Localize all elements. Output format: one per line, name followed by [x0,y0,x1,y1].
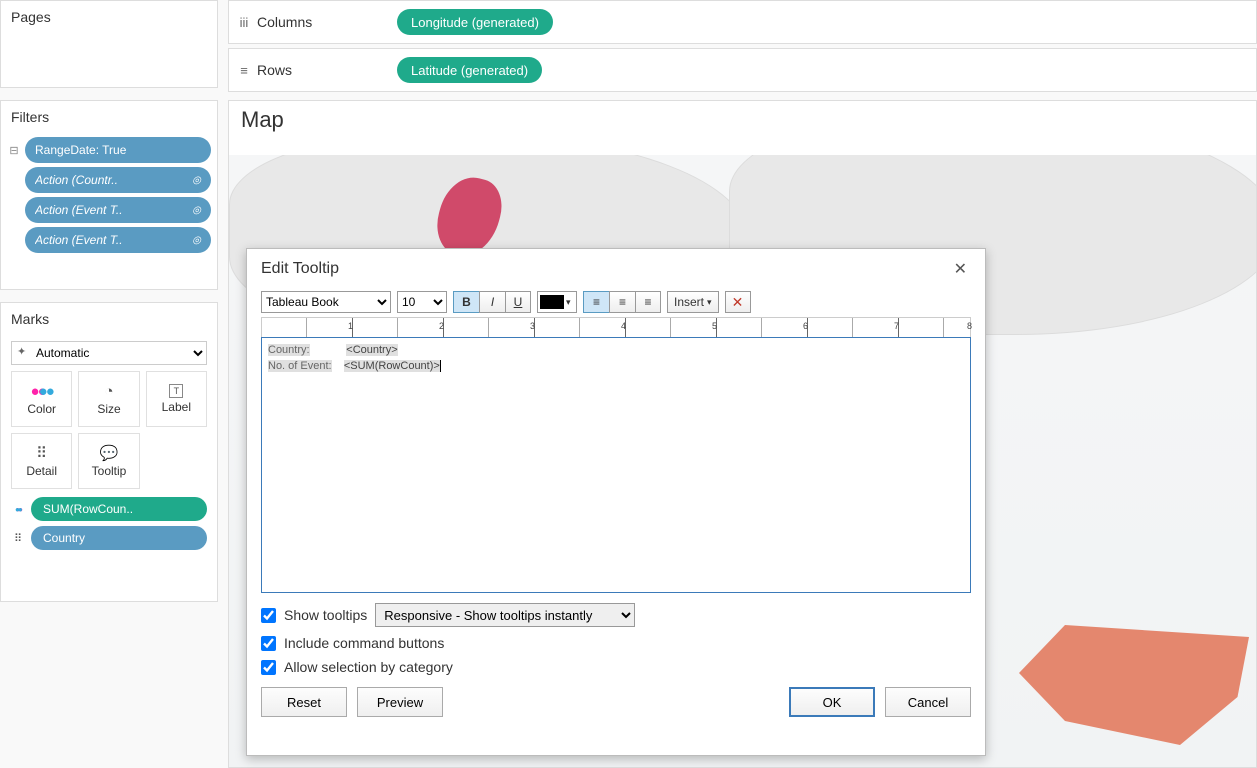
size-icon: ◔ [104,383,113,400]
include-command-buttons-checkbox[interactable] [261,636,276,651]
font-color-picker[interactable]: ▾ [537,291,577,313]
align-left-button[interactable]: ≡ [583,291,609,313]
allow-selection-label: Allow selection by category [284,659,453,675]
pages-panel: Pages [0,0,218,88]
dropdown-icon: ▾ [566,297,571,308]
marks-panel: Marks ✦ Automatic Color ◔ Size T Label ⠿… [0,302,218,602]
editor-field-rowcount: <SUM(RowCount)> [344,360,440,372]
editor-label: Country: [268,344,310,356]
automatic-icon: ✦ [17,345,26,358]
rows-pill-latitude[interactable]: Latitude (generated) [397,57,542,83]
clear-button[interactable]: ✕ [725,291,751,313]
tooltip-editor[interactable]: Country: <Country> No. of Event: <SUM(Ro… [261,337,971,593]
filter-pill-rangedate: RangeDate: True [25,137,211,163]
rows-shelf[interactable]: ≡ Rows Latitude (generated) [228,48,1257,92]
columns-label: Columns [257,14,312,30]
filter-row[interactable]: Action (Event T..◎ [7,227,211,253]
bold-button[interactable]: B [453,291,479,313]
filter-pill-action-event-1: Action (Event T..◎ [25,197,211,223]
detail-icon: ⠿ [11,532,25,545]
font-select[interactable]: Tableau Book [261,291,391,313]
format-toolbar: Tableau Book 10 B I U ▾ ≡ ≡ ≡ Insert▾ ✕ [247,289,985,315]
edit-tooltip-dialog: Edit Tooltip ✕ Tableau Book 10 B I U ▾ ≡… [246,248,986,756]
align-right-button[interactable]: ≡ [635,291,661,313]
font-size-select[interactable]: 10 [397,291,447,313]
mark-pill-row[interactable]: SUM(RowCoun.. [11,497,207,521]
mark-pill-sum-rowcount: SUM(RowCoun.. [31,497,207,521]
filter-row[interactable]: ⊟ RangeDate: True [7,137,211,163]
columns-pill-longitude[interactable]: Longitude (generated) [397,9,553,35]
underline-button[interactable]: U [505,291,531,313]
reset-button[interactable]: Reset [261,687,347,717]
columns-shelf[interactable]: iii Columns Longitude (generated) [228,0,1257,44]
close-button[interactable]: ✕ [950,255,971,283]
text-cursor [440,360,441,372]
target-icon: ◎ [192,175,201,186]
filter-row[interactable]: Action (Event T..◎ [7,197,211,223]
marks-detail-button[interactable]: ⠿ Detail [11,433,72,489]
marks-tooltip-button[interactable]: 💬 Tooltip [78,433,139,489]
color-icon [31,383,53,400]
columns-icon: iii [237,15,251,30]
mark-pill-country: Country [31,526,207,550]
editor-field-country: <Country> [346,344,397,356]
ok-button[interactable]: OK [789,687,875,717]
marks-color-button[interactable]: Color [11,371,72,427]
allow-selection-checkbox[interactable] [261,660,276,675]
editor-label: No. of Event: [268,360,332,372]
show-tooltips-checkbox[interactable] [261,608,276,623]
target-icon: ◎ [192,235,201,246]
marks-title: Marks [1,303,217,335]
target-icon: ◎ [192,205,201,216]
dropdown-icon: ▾ [707,297,712,308]
sheet-title[interactable]: Map [229,101,1256,139]
detail-icon: ⠿ [36,444,47,462]
italic-button[interactable]: I [479,291,505,313]
include-command-buttons-label: Include command buttons [284,635,444,651]
marks-size-button[interactable]: ◔ Size [78,371,139,427]
filters-title: Filters [1,101,217,133]
rows-label: Rows [257,62,292,78]
dialog-title: Edit Tooltip [261,260,339,278]
show-tooltips-label: Show tooltips [284,607,367,623]
pages-title: Pages [1,1,217,33]
color-icon [11,503,25,515]
mark-type-select[interactable]: Automatic [11,341,207,365]
align-center-button[interactable]: ≡ [609,291,635,313]
preview-button[interactable]: Preview [357,687,443,717]
rows-icon: ≡ [237,63,251,78]
ruler[interactable]: 1 2 3 4 5 6 7 8 [261,317,971,337]
set-icon: ⊟ [7,144,21,157]
marks-label-button[interactable]: T Label [146,371,207,427]
label-icon: T [169,384,183,398]
map-region-highlight-orange [1019,625,1249,745]
tooltip-icon: 💬 [100,444,119,462]
insert-field-dropdown[interactable]: Insert▾ [667,291,719,313]
filters-panel: Filters ⊟ RangeDate: True Action (Countr… [0,100,218,290]
filter-row[interactable]: Action (Countr..◎ [7,167,211,193]
filter-pill-action-event-2: Action (Event T..◎ [25,227,211,253]
mark-pill-row[interactable]: ⠿ Country [11,526,207,550]
cancel-button[interactable]: Cancel [885,687,971,717]
filter-pill-action-country: Action (Countr..◎ [25,167,211,193]
tooltip-mode-select[interactable]: Responsive - Show tooltips instantly [375,603,635,627]
